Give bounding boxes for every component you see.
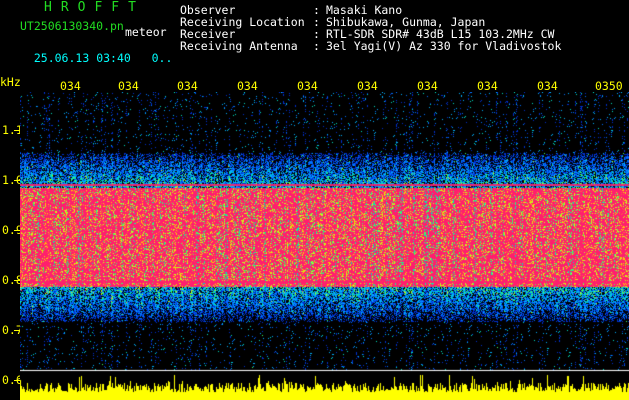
antenna-value: 3el Yagi(V) Az 330 for Vladivostok	[326, 39, 562, 53]
x-tick-label: 034	[297, 79, 318, 93]
app-brand: HROFFT	[44, 0, 145, 15]
meteor-label: meteor	[125, 25, 167, 39]
x-tick-label: 034	[60, 79, 81, 93]
x-tick-label: 034	[477, 79, 498, 93]
antenna-label: Receiving Antenna	[180, 39, 298, 53]
date-text: 25.06.13	[33, 51, 90, 65]
date-time-line: 25.06.13 03:40 0..	[20, 40, 173, 65]
x-tick-label: 034	[237, 79, 258, 93]
spectrogram-plot	[20, 92, 629, 400]
spectrogram-canvas	[20, 92, 629, 400]
antenna-separator: :	[313, 39, 320, 53]
x-tick-label: 0350	[595, 79, 623, 93]
time-text: 03:40	[96, 51, 131, 65]
x-tick-label: 034	[537, 79, 558, 93]
x-tick-label: 034	[417, 79, 438, 93]
x-tick-label: 034	[177, 79, 198, 93]
counter-text: 0..	[151, 51, 173, 65]
y-axis-unit: kHz	[0, 75, 21, 89]
file-name: UT2506130340.pn	[20, 19, 124, 33]
x-tick-label: 034	[118, 79, 139, 93]
x-tick-label: 034	[357, 79, 378, 93]
